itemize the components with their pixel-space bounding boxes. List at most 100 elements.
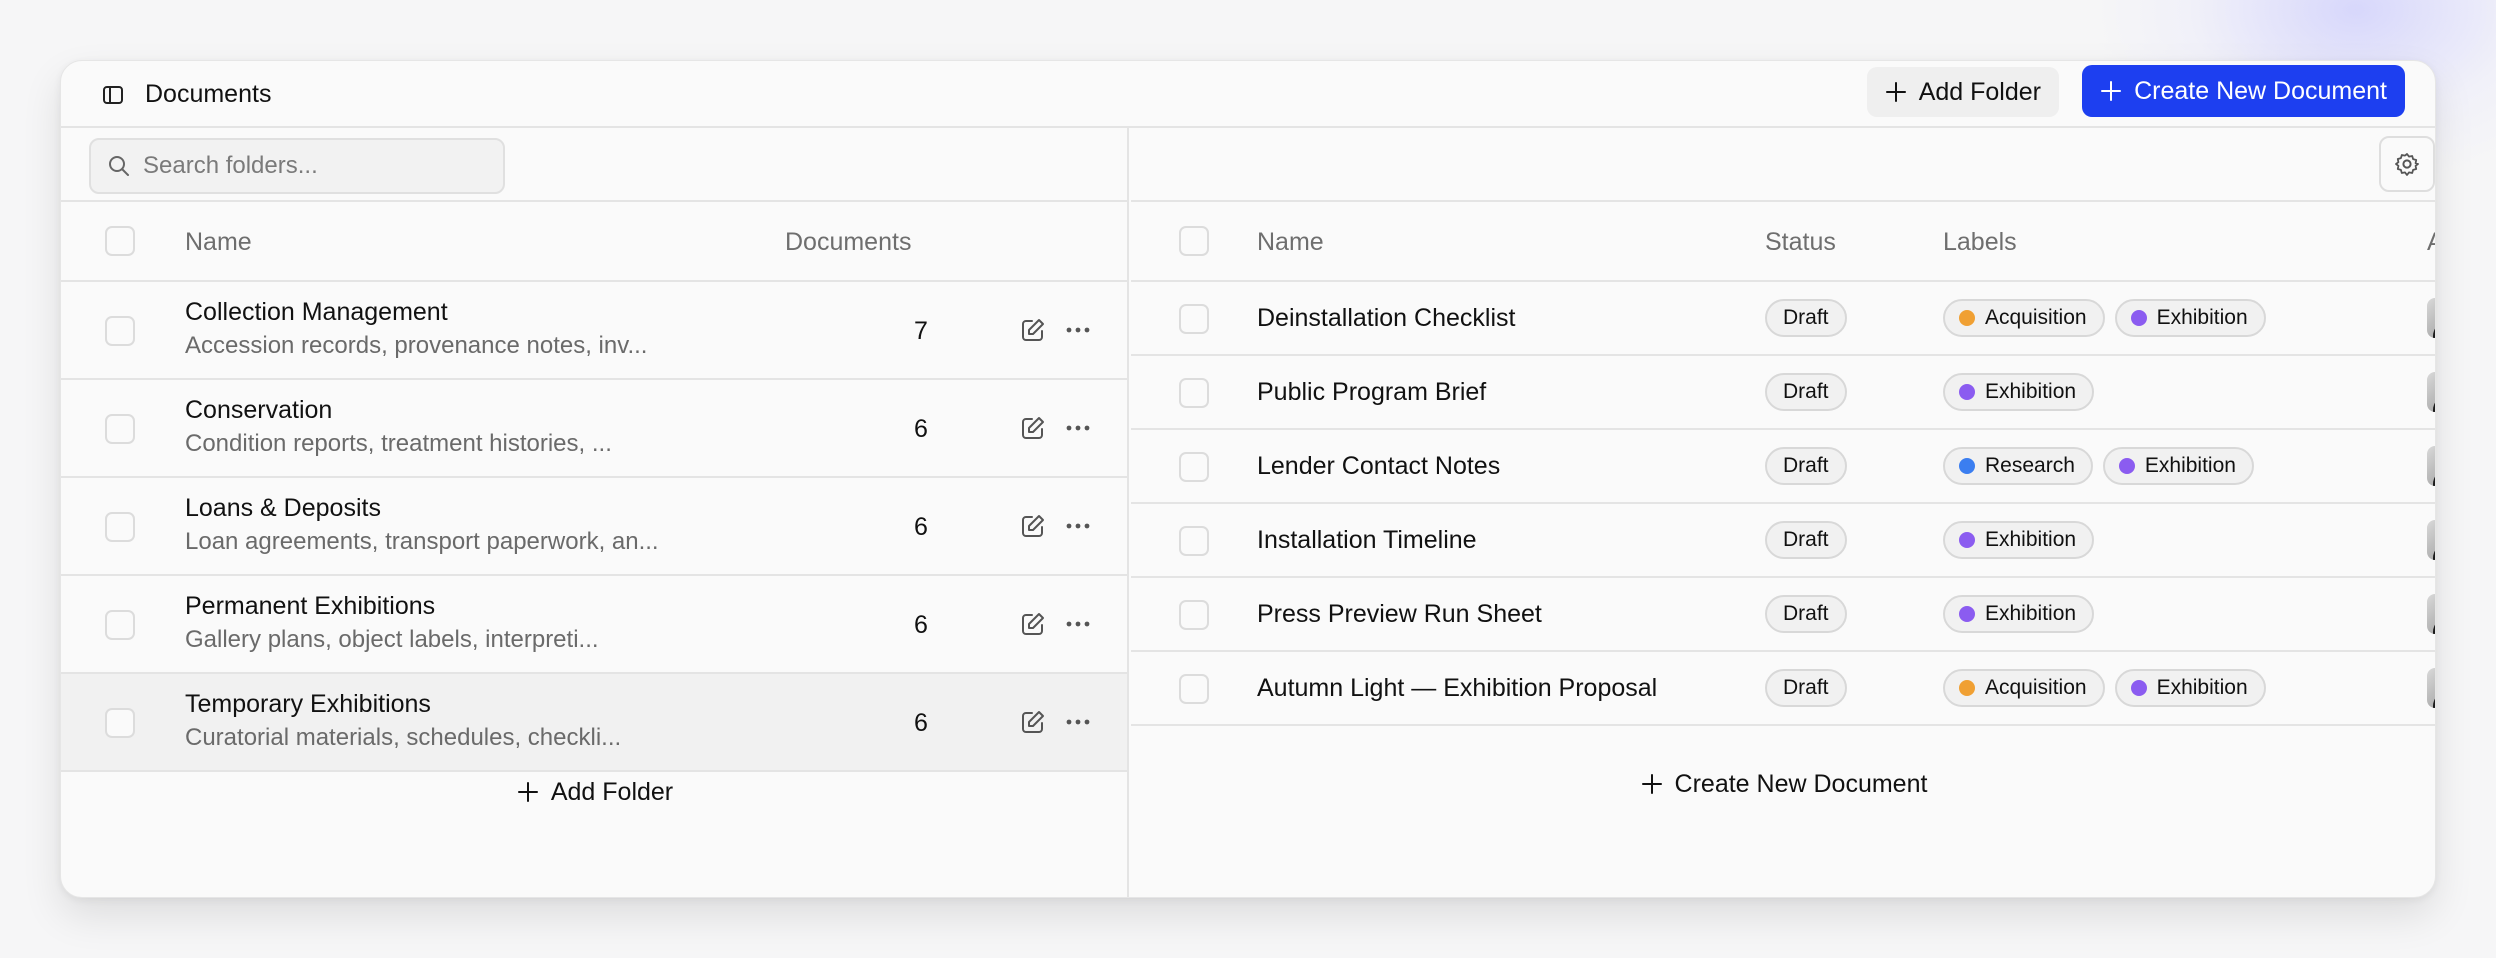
folder-description: Accession records, provenance notes, inv… <box>185 332 648 359</box>
sidebar-toggle-icon[interactable] <box>101 83 125 107</box>
table-row[interactable]: Temporary Exhibitions Curatorial materia… <box>61 674 1127 772</box>
create-new-document-footer-label: Create New Document <box>1674 769 1928 798</box>
table-row[interactable]: Lender Contact Notes Draft Research Exhibit… <box>1131 430 2435 504</box>
column-header-status[interactable]: Status <box>1765 202 1836 282</box>
column-header-documents[interactable]: Documents <box>785 202 911 282</box>
more-icon[interactable] <box>1063 512 1093 540</box>
status-badge: Draft <box>1765 447 1847 485</box>
plus-icon <box>1885 81 1907 103</box>
table-row[interactable]: Collection Management Accession records,… <box>61 282 1127 380</box>
folder-document-count: 6 <box>914 611 928 639</box>
label-badge[interactable]: Research <box>1943 447 2093 485</box>
top-bar: Documents Add Folder Create New Document <box>61 61 2435 128</box>
edit-icon[interactable] <box>1019 316 1047 344</box>
folder-name: Temporary Exhibitions <box>185 690 431 718</box>
avatar <box>2427 372 2435 412</box>
label-badge[interactable]: Exhibition <box>1943 595 2095 633</box>
label-color-dot <box>1959 458 1975 474</box>
document-labels: Exhibition <box>1943 521 2095 559</box>
create-new-document-label: Create New Document <box>2134 76 2387 105</box>
label-color-dot <box>1959 310 1975 326</box>
documents-toolbar <box>1131 128 2435 202</box>
document-labels: Acquisition Exhibition <box>1943 669 2266 707</box>
edit-icon[interactable] <box>1019 610 1047 638</box>
label-badge[interactable]: Exhibition <box>2114 669 2266 707</box>
label-badge[interactable]: Exhibition <box>2102 447 2254 485</box>
more-icon[interactable] <box>1063 414 1093 442</box>
add-folder-label: Add Folder <box>1918 77 2041 106</box>
column-header-labels[interactable]: Labels <box>1943 202 2017 282</box>
row-checkbox[interactable] <box>105 414 135 444</box>
row-checkbox[interactable] <box>105 610 135 640</box>
add-folder-footer-button[interactable]: Add Folder <box>61 762 1129 822</box>
folder-search-box[interactable] <box>89 138 505 194</box>
edit-icon[interactable] <box>1019 512 1047 540</box>
table-row[interactable]: Autumn Light — Exhibition Proposal Draft A… <box>1131 652 2435 726</box>
label-color-dot <box>1959 680 1975 696</box>
label-text: Exhibition <box>2156 676 2248 699</box>
document-labels: Acquisition Exhibition <box>1943 299 2266 337</box>
edit-icon[interactable] <box>1019 414 1047 442</box>
avatar <box>2427 298 2435 338</box>
create-new-document-footer-button[interactable]: Create New Document <box>1131 754 2435 814</box>
label-color-dot <box>1959 606 1975 622</box>
table-row[interactable]: Press Preview Run SheetDraftExhibitionG <box>1131 578 2435 652</box>
label-badge[interactable]: Acquisition <box>1943 669 2105 707</box>
documents-table-body: Deinstallation Checklist Draft Acquisition… <box>1131 282 2435 726</box>
add-folder-footer-label: Add Folder <box>550 777 674 806</box>
more-icon[interactable] <box>1063 610 1093 638</box>
row-checkbox[interactable] <box>1179 526 1209 556</box>
document-name[interactable]: Lender Contact Notes <box>1257 430 1500 502</box>
folder-description: Curatorial materials, schedules, checkli… <box>185 724 622 751</box>
edit-icon[interactable] <box>1019 708 1047 736</box>
row-checkbox[interactable] <box>1179 674 1209 704</box>
folder-document-count: 6 <box>914 709 928 737</box>
folder-name: Loans & Deposits <box>185 494 381 522</box>
label-badge[interactable]: Exhibition <box>2114 299 2266 337</box>
create-new-document-button[interactable]: Create New Document <box>2082 65 2405 117</box>
document-labels: Exhibition <box>1943 595 2095 633</box>
page-title: Documents <box>145 80 272 108</box>
document-name[interactable]: Public Program Brief <box>1257 356 1486 428</box>
table-row[interactable]: Public Program BriefDraftExhibitionG <box>1131 356 2435 430</box>
row-checkbox[interactable] <box>1179 600 1209 630</box>
folder-document-count: 6 <box>914 415 928 443</box>
row-checkbox[interactable] <box>1179 378 1209 408</box>
folder-document-count: 7 <box>914 317 928 345</box>
table-settings-button[interactable] <box>2379 136 2435 192</box>
table-row[interactable]: Deinstallation Checklist Draft Acquisition… <box>1131 282 2435 356</box>
label-color-dot <box>1959 384 1975 400</box>
row-checkbox[interactable] <box>105 512 135 542</box>
row-checkbox[interactable] <box>1179 304 1209 334</box>
row-checkbox[interactable] <box>105 708 135 738</box>
folder-search-input[interactable] <box>143 152 483 180</box>
more-icon[interactable] <box>1063 316 1093 344</box>
folders-table-body: Collection Management Accession records,… <box>61 282 1127 772</box>
column-header-name[interactable]: Name <box>1257 202 1324 282</box>
document-name[interactable]: Autumn Light — Exhibition Proposal <box>1257 652 1657 724</box>
row-checkbox[interactable] <box>105 316 135 346</box>
column-header-author[interactable]: Autho <box>2427 202 2435 282</box>
document-name[interactable]: Deinstallation Checklist <box>1257 282 1515 354</box>
table-row[interactable]: Permanent Exhibitions Gallery plans, obj… <box>61 576 1127 674</box>
label-badge[interactable]: Acquisition <box>1943 299 2105 337</box>
row-checkbox[interactable] <box>1179 452 1209 482</box>
documents-panel: Name Status Labels Autho Deinstallation … <box>1131 128 2435 897</box>
document-name[interactable]: Installation Timeline <box>1257 504 1477 576</box>
table-row[interactable]: Loans & Deposits Loan agreements, transp… <box>61 478 1127 576</box>
table-row[interactable]: Installation TimelineDraftExhibitionG <box>1131 504 2435 578</box>
status-badge: Draft <box>1765 373 1847 411</box>
label-badge[interactable]: Exhibition <box>1943 521 2095 559</box>
folder-document-count: 6 <box>914 513 928 541</box>
select-all-documents-checkbox[interactable] <box>1179 226 1209 256</box>
plus-icon <box>517 781 539 803</box>
document-name[interactable]: Press Preview Run Sheet <box>1257 578 1542 650</box>
add-folder-button[interactable]: Add Folder <box>1866 67 2059 117</box>
label-badge[interactable]: Exhibition <box>1943 373 2095 411</box>
more-icon[interactable] <box>1063 708 1093 736</box>
column-header-name[interactable]: Name <box>185 202 252 282</box>
select-all-folders-checkbox[interactable] <box>105 226 135 256</box>
status-badge: Draft <box>1765 669 1847 707</box>
avatar <box>2427 520 2435 560</box>
table-row[interactable]: Conservation Condition reports, treatmen… <box>61 380 1127 478</box>
